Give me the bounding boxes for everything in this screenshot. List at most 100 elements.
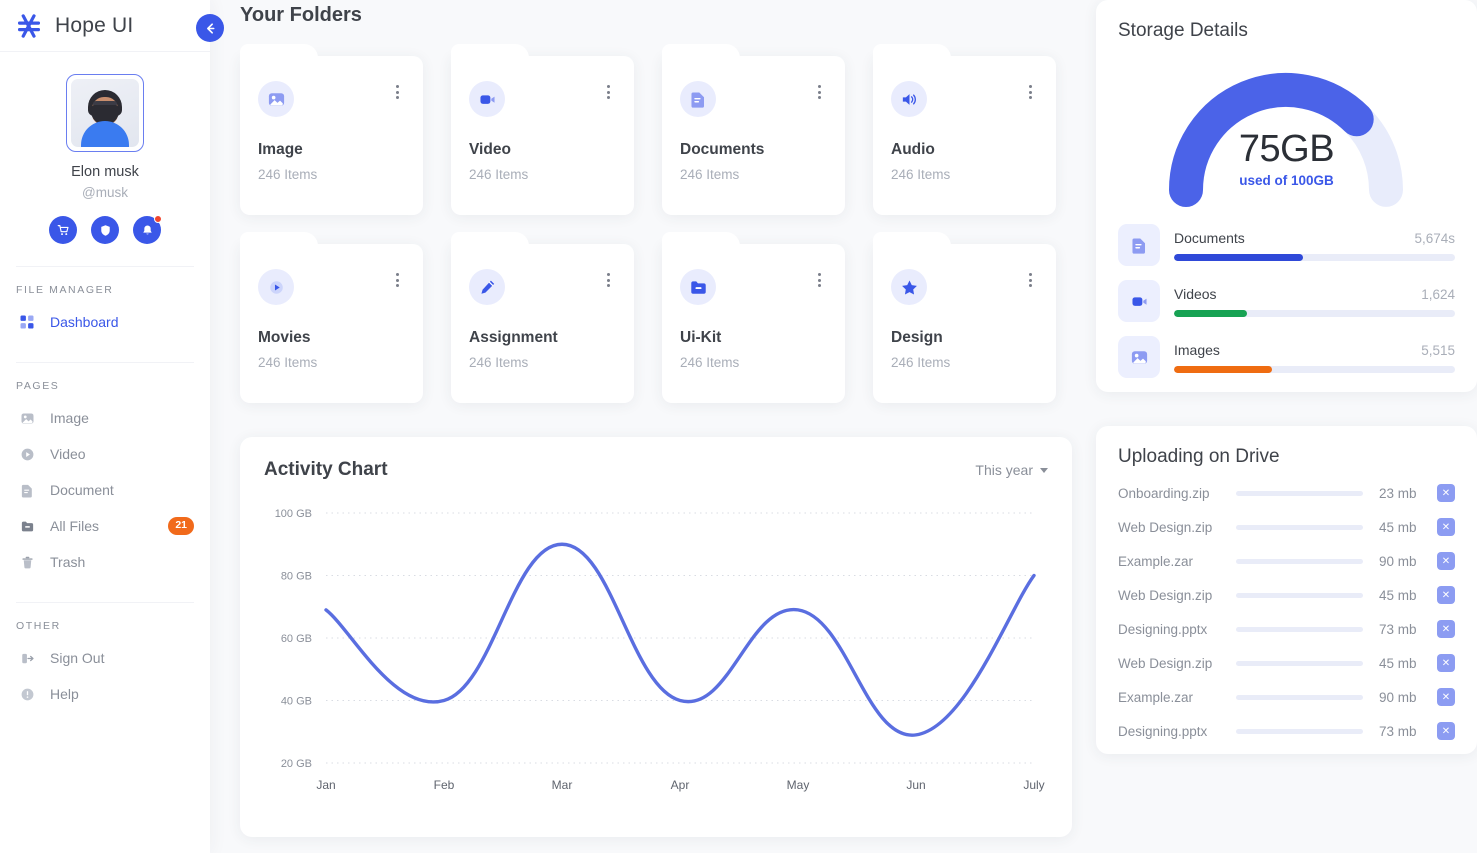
storage-row-value: 1,624 (1421, 286, 1455, 302)
svg-text:Jan: Jan (316, 778, 335, 792)
sidebar-collapse-button[interactable] (196, 14, 224, 42)
upload-cancel-button[interactable]: ✕ (1437, 722, 1455, 740)
folder-menu-button[interactable] (601, 269, 616, 291)
folder-item-count: 246 Items (680, 355, 740, 370)
sidebar-item-all-files[interactable]: All Files 21 (0, 508, 210, 544)
folder-card-audio[interactable]: Audio 246 Items (873, 44, 1056, 215)
folder-card-video[interactable]: Video 246 Items (451, 44, 634, 215)
storage-progress-track (1174, 309, 1455, 317)
shield-button[interactable] (91, 216, 119, 244)
svg-text:Feb: Feb (434, 778, 455, 792)
folder-card-image[interactable]: Image 246 Items (240, 44, 423, 215)
sidebar-item-label: Video (50, 446, 86, 462)
folder-card-ui-kit[interactable]: Ui-Kit 246 Items (662, 232, 845, 403)
storage-details-card: Storage Details 75GB used of 100GB Docum… (1096, 0, 1477, 392)
folder-name: Ui-Kit (680, 329, 722, 346)
upload-cancel-button[interactable]: ✕ (1437, 654, 1455, 672)
folder-icon (680, 269, 716, 305)
upload-row: Designing.pptx 73 mb ✕ (1118, 722, 1455, 740)
storage-details-title: Storage Details (1118, 20, 1248, 41)
hope-logo-icon (16, 12, 44, 40)
sidebar-item-document[interactable]: Document (0, 472, 210, 508)
upload-row: Web Design.zip 45 mb ✕ (1118, 654, 1455, 672)
storage-progress-fill (1174, 309, 1248, 317)
sidebar-item-sign-out[interactable]: Sign Out (0, 640, 210, 676)
svg-text:May: May (787, 778, 810, 792)
pencil-icon (469, 269, 505, 305)
profile-name: Elon musk (71, 164, 139, 180)
uploading-card: Uploading on Drive Onboarding.zip 23 mb ✕ W… (1096, 426, 1477, 754)
upload-file-name: Designing.pptx (1118, 723, 1208, 739)
folder-name: Video (469, 141, 511, 158)
document-icon (18, 481, 36, 499)
brand[interactable]: Hope UI (0, 0, 210, 52)
folder-name: Image (258, 141, 303, 158)
right-column: Storage Details 75GB used of 100GB Docum… (1096, 0, 1477, 853)
folder-card-assignment[interactable]: Assignment 246 Items (451, 232, 634, 403)
folder-item-count: 246 Items (469, 167, 529, 182)
uploading-title: Uploading on Drive (1118, 446, 1280, 467)
folder-menu-button[interactable] (601, 81, 616, 103)
sidebar-item-image[interactable]: Image (0, 400, 210, 436)
storage-progress-fill (1174, 253, 1304, 261)
star-icon (891, 269, 927, 305)
folder-card-documents[interactable]: Documents 246 Items (662, 44, 845, 215)
image-icon (18, 409, 36, 427)
folder-card-design[interactable]: Design 246 Items (873, 232, 1056, 403)
main-content: Your Folders Image 246 Items Video 246 I… (210, 0, 1477, 853)
chart-period-dropdown[interactable]: This year (975, 462, 1048, 478)
sidebar-item-video[interactable]: Video (0, 436, 210, 472)
svg-text:20 GB: 20 GB (281, 758, 312, 770)
upload-file-name: Designing.pptx (1118, 621, 1208, 637)
bell-icon (142, 224, 152, 234)
bell-button[interactable] (133, 215, 162, 244)
help-icon (18, 685, 36, 703)
sidebar-item-label: Document (50, 482, 114, 498)
upload-cancel-button[interactable]: ✕ (1437, 620, 1455, 638)
folder-card-movies[interactable]: Movies 246 Items (240, 232, 423, 403)
image-icon (258, 81, 294, 117)
upload-row: Web Design.zip 45 mb ✕ (1118, 586, 1455, 604)
activity-chart-svg: 20 GB 40 GB 60 GB 80 GB 100 GB Jan Feb Mar Apr Ma… (275, 508, 1045, 792)
upload-cancel-button[interactable]: ✕ (1437, 484, 1455, 502)
folder-menu-button[interactable] (390, 269, 405, 291)
page-title: Your Folders (240, 4, 362, 26)
upload-progress-track (1236, 490, 1363, 496)
sidebar-item-label: Help (50, 686, 79, 702)
upload-cancel-button[interactable]: ✕ (1437, 688, 1455, 706)
cart-button[interactable] (49, 216, 77, 244)
upload-cancel-button[interactable]: ✕ (1437, 518, 1455, 536)
folder-menu-button[interactable] (812, 81, 827, 103)
upload-file-name: Example.zar (1118, 553, 1194, 569)
svg-text:Mar: Mar (552, 778, 573, 792)
folder-menu-button[interactable] (1023, 81, 1038, 103)
storage-row-value: 5,674s (1414, 230, 1455, 246)
upload-progress-track (1236, 626, 1363, 632)
upload-row: Onboarding.zip 23 mb ✕ (1118, 484, 1455, 502)
folder-item-count: 246 Items (680, 167, 740, 182)
chart-period-label: This year (975, 462, 1033, 478)
sign-out-icon (18, 649, 36, 667)
storage-row-images: Images 5,515 (1118, 336, 1455, 378)
svg-text:60 GB: 60 GB (281, 633, 312, 645)
notification-dot (154, 215, 162, 223)
upload-cancel-button[interactable]: ✕ (1437, 552, 1455, 570)
storage-used-caption: used of 100GB (1239, 173, 1334, 188)
avatar[interactable] (66, 74, 144, 152)
upload-progress-track (1236, 558, 1363, 564)
sidebar: Hope UI Elon musk @musk FILE MANAGER Das… (0, 0, 224, 853)
sidebar-item-dashboard[interactable]: Dashboard (0, 304, 210, 340)
upload-row: Designing.pptx 73 mb ✕ (1118, 620, 1455, 638)
upload-row: Example.zar 90 mb ✕ (1118, 552, 1455, 570)
folder-menu-button[interactable] (390, 81, 405, 103)
folder-menu-button[interactable] (812, 269, 827, 291)
upload-cancel-button[interactable]: ✕ (1437, 586, 1455, 604)
folder-menu-button[interactable] (1023, 269, 1038, 291)
sidebar-item-trash[interactable]: Trash (0, 544, 210, 580)
sidebar-item-help[interactable]: Help (0, 676, 210, 712)
storage-row-name: Images (1174, 341, 1220, 358)
shield-icon (100, 224, 110, 236)
cart-icon (57, 224, 69, 235)
storage-row-videos: Videos 1,624 (1118, 280, 1455, 322)
svg-text:July: July (1023, 778, 1044, 792)
